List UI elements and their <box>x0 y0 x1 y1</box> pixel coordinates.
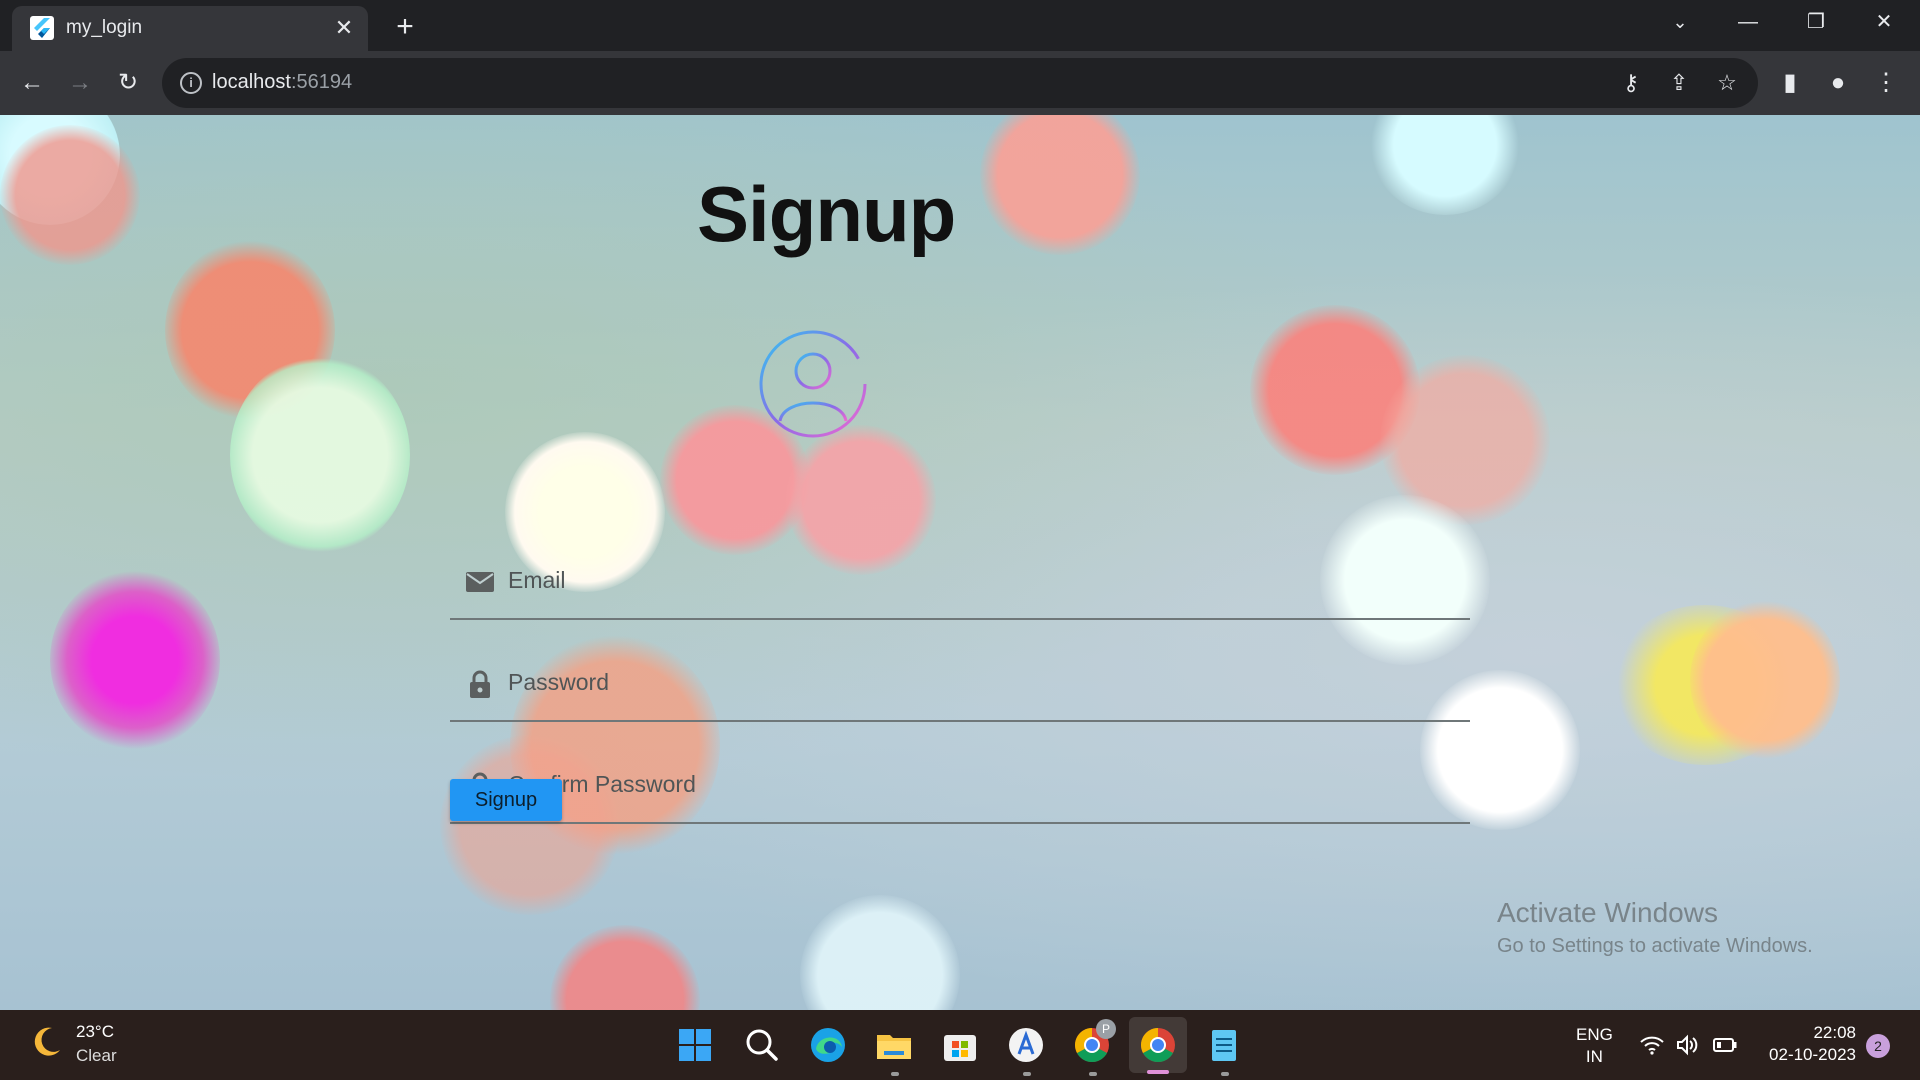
windows-start-icon[interactable] <box>675 1025 715 1065</box>
confirm-password-field[interactable] <box>450 744 1470 824</box>
password-field[interactable] <box>450 642 1470 722</box>
close-window-button[interactable]: ✕ <box>1850 0 1918 44</box>
tab-title: my_login <box>66 17 143 38</box>
file-explorer-icon[interactable] <box>874 1025 914 1065</box>
browser-toolbar: ← → ↻ i localhost:56194 ⚷ ⇪ ☆ ▮ ● ⋮ <box>0 51 1920 115</box>
user-avatar-icon <box>759 330 867 438</box>
forward-icon[interactable]: → <box>62 65 98 101</box>
windows-taskbar: 23°C Clear P ENG IN 22:08 02-10-2023 2 <box>0 1010 1920 1080</box>
clock-time: 22:08 <box>1813 1023 1856 1042</box>
minimize-button[interactable]: — <box>1714 0 1782 44</box>
weather-condition: Clear <box>76 1046 117 1065</box>
app-installer-icon[interactable] <box>1006 1025 1046 1065</box>
password-key-icon[interactable]: ⚷ <box>1616 68 1646 98</box>
page-title: Signup <box>697 170 956 258</box>
notification-badge[interactable]: 2 <box>1866 1034 1890 1058</box>
chrome-profile-p-icon[interactable]: P <box>1072 1019 1116 1065</box>
chrome-icon <box>1141 1028 1175 1062</box>
wifi-icon[interactable] <box>1639 1032 1665 1058</box>
lang-region: IN <box>1585 1047 1603 1066</box>
browser-tab[interactable]: my_login ✕ <box>12 6 368 51</box>
address-bar[interactable]: i localhost:56194 ⚷ ⇪ ☆ <box>162 58 1758 108</box>
clock-date: 02-10-2023 <box>1769 1045 1856 1064</box>
battery-icon[interactable] <box>1712 1032 1738 1058</box>
url-port: :56194 <box>290 71 353 93</box>
menu-kebab-icon[interactable]: ⋮ <box>1868 65 1904 101</box>
url-host: localhost <box>212 71 291 93</box>
system-clock[interactable]: 22:08 02-10-2023 <box>1760 1022 1856 1066</box>
running-indicator <box>1221 1072 1229 1076</box>
profile-icon[interactable]: ● <box>1820 65 1856 101</box>
edge-browser-icon[interactable] <box>808 1025 848 1065</box>
bookmark-star-icon[interactable]: ☆ <box>1712 68 1742 98</box>
mail-icon <box>466 572 494 592</box>
tab-search-icon[interactable]: ⌄ <box>1646 0 1714 44</box>
search-icon[interactable] <box>742 1025 782 1065</box>
chrome-active-app[interactable] <box>1129 1017 1187 1073</box>
microsoft-store-icon[interactable] <box>940 1025 980 1065</box>
email-input[interactable] <box>508 560 1408 600</box>
page-viewport: Signup Email Signup Activate Windows Go … <box>0 115 1920 1010</box>
notepad-icon[interactable] <box>1204 1025 1244 1065</box>
active-indicator <box>1147 1070 1169 1074</box>
flutter-favicon-icon <box>30 16 54 40</box>
side-panel-icon[interactable]: ▮ <box>1772 65 1808 101</box>
signup-button[interactable]: Signup <box>450 779 562 821</box>
tab-strip: my_login ✕ + ⌄ — ❐ ✕ <box>0 0 1920 51</box>
watermark-title: Activate Windows <box>1497 897 1718 928</box>
watermark-subtitle: Go to Settings to activate Windows. <box>1497 935 1813 957</box>
share-icon[interactable]: ⇪ <box>1664 68 1694 98</box>
url-text[interactable]: localhost:56194 <box>212 71 352 94</box>
running-indicator <box>1089 1072 1097 1076</box>
profile-badge: P <box>1096 1019 1116 1039</box>
back-icon[interactable]: ← <box>14 65 50 101</box>
password-input[interactable] <box>508 662 1408 702</box>
restore-button[interactable]: ❐ <box>1782 0 1850 44</box>
weather-temperature: 23°C <box>76 1022 114 1041</box>
language-indicator[interactable]: ENG IN <box>1576 1024 1613 1068</box>
lock-icon <box>470 670 490 698</box>
email-field[interactable] <box>450 540 1470 620</box>
confirm-password-input[interactable] <box>508 764 1408 804</box>
running-indicator <box>891 1072 899 1076</box>
tab-close-icon[interactable]: ✕ <box>328 12 360 44</box>
volume-icon[interactable] <box>1674 1032 1700 1058</box>
running-indicator <box>1023 1072 1031 1076</box>
lang-code: ENG <box>1576 1025 1613 1044</box>
reload-icon[interactable]: ↻ <box>110 65 146 101</box>
site-info-icon[interactable]: i <box>180 72 202 94</box>
activate-windows-watermark: Activate Windows Go to Settings to activ… <box>1497 897 1813 958</box>
moon-icon <box>34 1027 60 1056</box>
new-tab-button[interactable]: + <box>386 8 424 46</box>
